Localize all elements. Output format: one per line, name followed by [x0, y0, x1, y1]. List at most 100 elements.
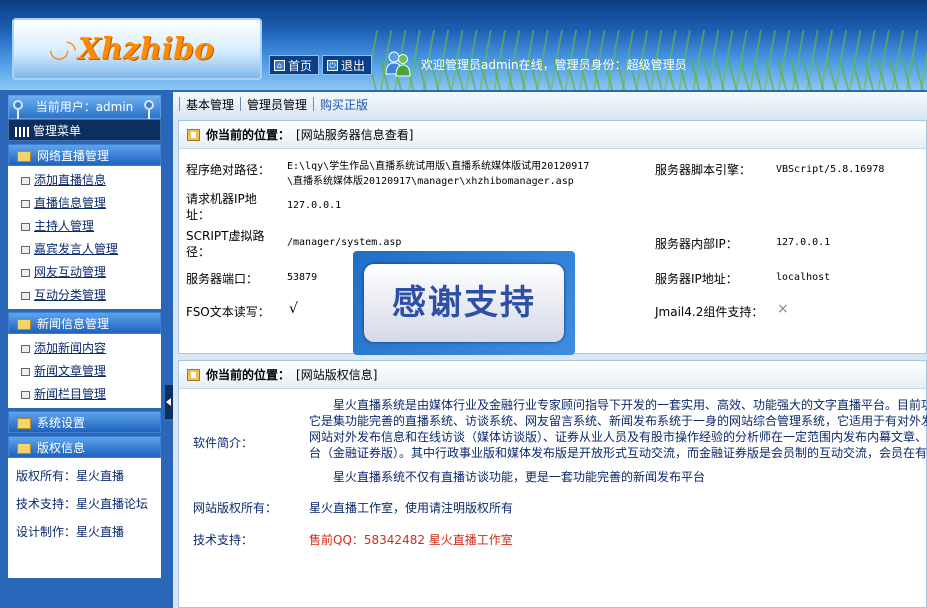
sidebar-item-label[interactable]: 添加新闻内容: [34, 341, 106, 355]
sidebar-item-category-manage[interactable]: 互动分类管理: [8, 284, 161, 307]
copyright-panel-header: 你当前的位置： [网站版权信息]: [179, 361, 926, 389]
main-content: 你当前的位置： [网站服务器信息查看] 程序绝对路径： E:\lqy\学生作品\…: [173, 116, 927, 608]
bullet-icon: [21, 200, 30, 208]
sidebar-item-live-manage[interactable]: 直播信息管理: [8, 192, 161, 215]
sidebar-item-interaction-manage[interactable]: 网友互动管理: [8, 261, 161, 284]
intro-label: 软件简介：: [193, 436, 254, 450]
folder-icon: [17, 151, 31, 162]
sidebar-item-label[interactable]: 添加直播信息: [34, 173, 106, 187]
internal-ip-label: 服务器内部IP：: [655, 237, 738, 251]
section-news-management[interactable]: 新闻信息管理: [8, 312, 161, 334]
section-copyright[interactable]: 版权信息: [8, 436, 161, 458]
home-button[interactable]: ⌂ 首页: [269, 55, 320, 75]
section-title: 网络直播管理: [37, 149, 110, 163]
power-icon: ⏻: [327, 59, 338, 71]
copyright-owner: 版权所有：星火直播: [16, 469, 125, 483]
section-system-settings[interactable]: 系统设置: [8, 411, 161, 433]
bullet-icon: [21, 177, 30, 185]
sidebar-item-guest-manage[interactable]: 嘉宾发言人管理: [8, 238, 161, 261]
sidebar-item-label[interactable]: 嘉宾发言人管理: [34, 242, 118, 256]
sidebar-item-label[interactable]: 互动分类管理: [34, 288, 106, 302]
location-icon: [187, 368, 200, 381]
sidebar-item-add-news[interactable]: 添加新闻内容: [8, 337, 161, 360]
welcome-message: 欢迎管理员admin在线，管理员身份：超级管理员: [421, 58, 687, 72]
folder-icon: [17, 418, 31, 429]
location-prefix: 你当前的位置：: [206, 368, 291, 382]
section-live-management[interactable]: 网络直播管理: [8, 144, 161, 166]
server-ip-value: localhost: [776, 272, 831, 283]
home-button-label: 首页: [288, 58, 313, 73]
section-title: 系统设置: [37, 416, 86, 430]
client-ip-value: 127.0.0.1: [287, 200, 342, 211]
script-path-label: SCRIPT虚拟路径：: [186, 229, 265, 259]
port-label: 服务器端口：: [186, 272, 259, 286]
logout-button-label: 退出: [341, 58, 366, 73]
sidebar-item-label[interactable]: 主持人管理: [34, 219, 94, 233]
port-value: 53879: [287, 272, 318, 283]
intro-line-4: 台（金融证券版）。其中行政事业版和媒体发布版是开放形式互动交流，而金融证券版是会…: [309, 446, 927, 460]
logo-smile-icon: ◡◝: [50, 35, 76, 63]
logout-button[interactable]: ⏻ 退出: [322, 55, 373, 75]
sidebar-item-label[interactable]: 网友互动管理: [34, 265, 106, 279]
sidebar-item-add-live[interactable]: 添加直播信息: [8, 169, 161, 192]
header-banner: ◡◝ Xhzhibo ⌂ 首页 ⏻ 退出 欢迎管理员admin在线，管理员身份：…: [0, 0, 927, 90]
support-label: 技术支持：: [193, 533, 254, 547]
owner-label: 网站版权所有：: [193, 501, 278, 515]
folder-icon: [17, 443, 31, 454]
thanks-badge: 感谢支持: [353, 251, 575, 355]
section-title: 版权信息: [37, 441, 86, 455]
sidebar-item-host-manage[interactable]: 主持人管理: [8, 215, 161, 238]
intro-line-3: 网站对外发布信息和在线访谈（媒体访谈版）、证券从业人员及有股市操作经验的分析师在…: [309, 430, 927, 444]
server-panel-header: 你当前的位置： [网站服务器信息查看]: [179, 121, 926, 149]
users-icon: [385, 51, 411, 77]
jmail-status-cross-icon: ×: [777, 301, 789, 317]
copyright-design: 设计制作：星火直播: [16, 525, 125, 539]
script-path-value: /manager/system.asp: [287, 237, 402, 248]
bullet-icon: [21, 368, 30, 376]
section-live-items: 添加直播信息 直播信息管理 主持人管理 嘉宾发言人管理 网友互动管理 互动分类管…: [8, 166, 161, 309]
copyright-panel: 你当前的位置： [网站版权信息] 星火直播系统是由媒体行业及金融行业专家顾问指导…: [178, 360, 927, 608]
sidebar-item-label[interactable]: 新闻文章管理: [34, 364, 106, 378]
fso-label: FSO文本读写：: [186, 305, 270, 319]
jmail-label: Jmail4.2组件支持：: [655, 305, 764, 319]
copyright-info: 版权所有：星火直播 技术支持：星火直播论坛 设计制作：星火直播: [8, 458, 161, 578]
nav-buy-license[interactable]: 购买正版: [320, 96, 368, 113]
nav-admin-management[interactable]: 管理员管理: [247, 96, 307, 113]
fso-status-check-icon: √: [289, 301, 298, 317]
location-title: [网站版权信息]: [296, 368, 378, 382]
bullet-icon: [21, 345, 30, 353]
intro-line-1: 星火直播系统是由媒体行业及金融行业专家顾问指导下开发的一套实用、高效、功能强大的…: [333, 398, 927, 412]
bullet-icon: [21, 223, 30, 231]
section-news-items: 添加新闻内容 新闻文章管理 新闻栏目管理: [8, 334, 161, 408]
bullet-icon: [21, 269, 30, 277]
section-title: 新闻信息管理: [37, 317, 110, 331]
thanks-badge-text: 感谢支持: [364, 264, 564, 342]
sidebar-item-label[interactable]: 直播信息管理: [34, 196, 106, 210]
owner-value: 星火直播工作室，使用请注明版权所有: [309, 501, 514, 515]
current-user-label: 当前用户：admin: [35, 100, 134, 114]
nav-divider: [313, 97, 315, 111]
nav-divider: [240, 97, 242, 111]
path-value-line2: \直播系统媒体版20120917\manager\xhzhibomanager.…: [287, 176, 574, 187]
sidebar: 当前用户：admin 管理菜单 网络直播管理 添加直播信息 直播信息管理 主持人…: [8, 95, 161, 608]
sidebar-item-label[interactable]: 新闻栏目管理: [34, 387, 106, 401]
sidebar-item-news-manage[interactable]: 新闻文章管理: [8, 360, 161, 383]
server-ip-label: 服务器IP地址：: [655, 272, 738, 286]
sidebar-collapse-toggle[interactable]: [165, 385, 173, 419]
copyright-support: 技术支持：星火直播论坛: [16, 497, 149, 511]
sidebar-item-column-manage[interactable]: 新闻栏目管理: [8, 383, 161, 406]
top-nav: 基本管理 管理员管理 购买正版: [173, 92, 927, 116]
current-user-bar: 当前用户：admin: [8, 95, 161, 122]
internal-ip-value: 127.0.0.1: [776, 237, 831, 248]
menu-title-label: 管理菜单: [33, 124, 82, 138]
path-value-line1: E:\lqy\学生作品\直播系统试用版\直播系统媒体版试用20120917: [287, 161, 590, 172]
path-label: 程序绝对路径：: [186, 163, 271, 177]
intro-tail: 星火直播系统不仅有直播访谈功能，更是一套功能完善的新闻发布平台: [333, 470, 706, 484]
intro-line-2: 它是集功能完善的直播系统、访谈系统、网友留言系统、新闻发布系统于一身的网站综合管…: [309, 414, 927, 428]
nav-basic-management[interactable]: 基本管理: [186, 96, 234, 113]
menu-title: 管理菜单: [8, 119, 161, 141]
grid-icon: [15, 127, 29, 137]
folder-icon: [17, 319, 31, 330]
script-engine-label: 服务器脚本引擎：: [655, 163, 752, 177]
home-icon: ⌂: [274, 59, 285, 71]
